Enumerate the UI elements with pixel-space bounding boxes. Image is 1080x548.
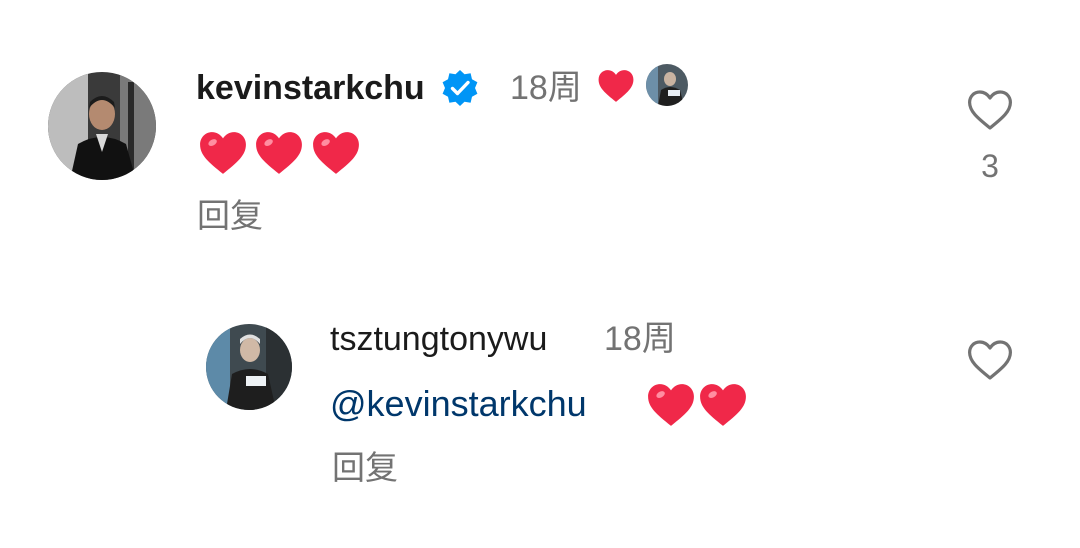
- avatar-kevinstarkchu[interactable]: [48, 72, 156, 180]
- avatar-tsztungtonywu[interactable]: [206, 324, 292, 410]
- author-liked-heart-icon: [597, 68, 635, 104]
- comment-emoji-row: [198, 130, 361, 178]
- comment-username[interactable]: kevinstarkchu: [196, 68, 425, 108]
- reply-username[interactable]: tsztungtonywu: [330, 319, 547, 359]
- reply-like-button[interactable]: [966, 338, 1014, 382]
- author-mini-avatar: [646, 64, 688, 106]
- heart-emoji-icon: [200, 132, 246, 174]
- heart-emoji-icon: [700, 384, 746, 426]
- comment-like-button[interactable]: [966, 88, 1014, 132]
- avatar-photo: [206, 324, 292, 410]
- comment-time: 18周: [510, 69, 582, 107]
- reply-mention-link[interactable]: @kevinstarkchu: [330, 382, 587, 426]
- heart-outline-icon: [968, 90, 1012, 130]
- comment-reply-button[interactable]: 回复: [197, 196, 263, 236]
- comment-like-count: 3: [981, 148, 999, 184]
- verified-badge-icon: [440, 68, 480, 108]
- heart-emoji-icon: [648, 384, 694, 426]
- reply-time: 18周: [604, 320, 676, 358]
- heart-outline-icon: [968, 340, 1012, 380]
- heart-emoji-icon: [256, 132, 303, 174]
- avatar-photo: [48, 72, 156, 180]
- heart-emoji-icon: [312, 132, 359, 174]
- reply-reply-button[interactable]: 回复: [332, 448, 398, 488]
